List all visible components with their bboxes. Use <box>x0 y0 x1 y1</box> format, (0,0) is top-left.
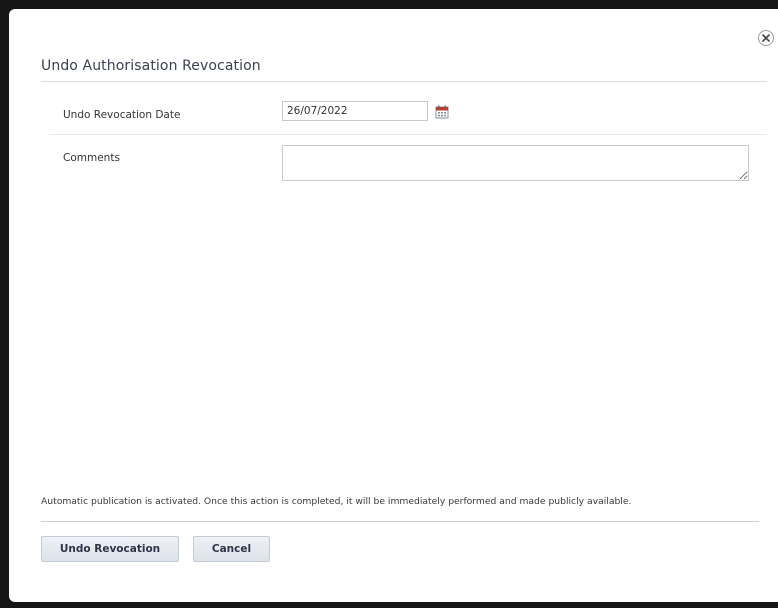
comments-label: Comments <box>63 152 120 164</box>
calendar-icon[interactable] <box>435 104 449 119</box>
footer-divider <box>41 521 759 522</box>
date-row: Undo Revocation Date <box>49 82 767 135</box>
auto-publication-notice: Automatic publication is activated. Once… <box>41 496 632 507</box>
undo-revocation-dialog: Undo Authorisation Revocation Undo Revoc… <box>9 9 778 602</box>
comments-row: Comments <box>49 135 767 195</box>
close-button[interactable] <box>758 30 774 46</box>
undo-revocation-button[interactable]: Undo Revocation <box>41 536 179 562</box>
undo-revocation-date-input[interactable] <box>282 101 428 121</box>
dialog-title: Undo Authorisation Revocation <box>41 58 261 74</box>
cancel-button[interactable]: Cancel <box>193 536 270 562</box>
close-icon <box>762 34 770 42</box>
comments-textarea[interactable] <box>282 145 749 181</box>
undo-revocation-date-label: Undo Revocation Date <box>63 109 181 121</box>
